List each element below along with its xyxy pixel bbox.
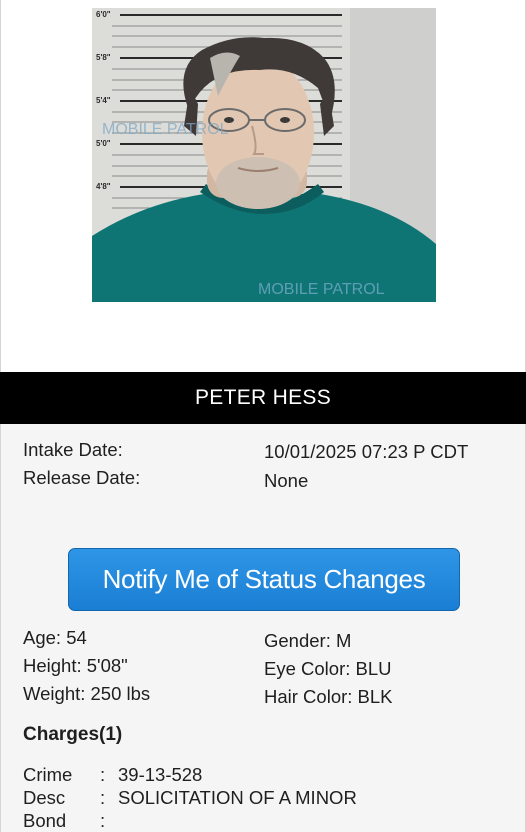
watermark: MOBILE PATROL bbox=[102, 121, 229, 138]
weight-field: Weight: 250 lbs bbox=[23, 683, 151, 704]
release-date-label: Release Date: bbox=[23, 467, 141, 488]
inmate-details: Intake Date: 10/01/2025 07:23 P CDT Rele… bbox=[0, 424, 526, 832]
charge-crime-value: 39-13-528 bbox=[118, 764, 203, 785]
gender-field: Gender: M bbox=[264, 630, 352, 651]
charge-desc-value: SOLICITATION OF A MINOR bbox=[118, 787, 357, 808]
charge-separator: : bbox=[100, 787, 106, 808]
charge-crime-label: Crime bbox=[23, 764, 73, 785]
charge-separator: : bbox=[100, 764, 106, 785]
charge-separator: : bbox=[100, 810, 106, 831]
notify-status-button[interactable]: Notify Me of Status Changes bbox=[68, 548, 460, 611]
release-date-value: None bbox=[264, 470, 309, 491]
mugshot-photo: 6'0" 5'8" 5'4" 5'0" 4'8" MOBILE PATROL M… bbox=[92, 8, 436, 302]
height-field: Height: 5'08" bbox=[23, 655, 128, 676]
watermark: MOBILE PATROL bbox=[258, 281, 385, 298]
intake-date-value: 10/01/2025 07:23 P CDT bbox=[264, 441, 469, 462]
height-mark: 5'8" bbox=[96, 53, 111, 62]
height-mark: 5'4" bbox=[96, 96, 111, 105]
charges-title: Charges(1) bbox=[23, 724, 123, 745]
height-mark: 4'8" bbox=[96, 182, 111, 191]
charge-desc-label: Desc bbox=[23, 787, 66, 808]
eye-color-field: Eye Color: BLU bbox=[264, 658, 392, 679]
height-mark: 6'0" bbox=[96, 10, 111, 19]
hair-color-field: Hair Color: BLK bbox=[264, 686, 393, 707]
inmate-name: PETER HESS bbox=[0, 372, 526, 424]
charge-bond-label: Bond bbox=[23, 810, 67, 831]
intake-date-label: Intake Date: bbox=[23, 439, 123, 460]
age-field: Age: 54 bbox=[23, 627, 87, 648]
height-mark: 5'0" bbox=[96, 139, 111, 148]
photo-area: 6'0" 5'8" 5'4" 5'0" 4'8" MOBILE PATROL M… bbox=[0, 0, 526, 372]
